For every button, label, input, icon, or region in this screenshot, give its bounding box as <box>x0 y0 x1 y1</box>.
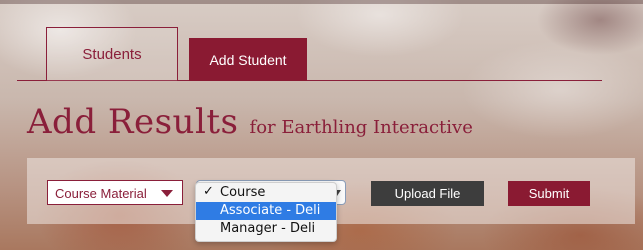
submit-button[interactable]: Submit <box>508 181 590 206</box>
option-label: Manager - Deli <box>220 221 316 236</box>
tab-add-student-label: Add Student <box>209 52 287 68</box>
chevron-down-icon <box>161 190 173 197</box>
dropdown-option-associate-deli[interactable]: Associate - Deli <box>196 202 336 220</box>
tab-students-label: Students <box>82 46 142 63</box>
check-icon: ✓ <box>203 184 214 199</box>
course-material-select[interactable]: Course Material <box>47 180 183 205</box>
course-material-value: Course Material <box>55 186 147 201</box>
course-select-dropdown: ✓ Course Associate - Deli Manager - Deli <box>195 182 337 242</box>
page-heading: Add Results for Earthling Interactive <box>27 102 473 142</box>
dropdown-option-course[interactable]: ✓ Course <box>196 184 336 202</box>
option-label: Associate - Deli <box>220 203 321 218</box>
option-label: Course <box>220 185 266 200</box>
top-shade <box>0 0 643 4</box>
dropdown-option-manager-deli[interactable]: Manager - Deli <box>196 220 336 238</box>
tab-students[interactable]: Students <box>46 27 178 81</box>
upload-file-button[interactable]: Upload File <box>371 181 484 206</box>
tab-add-student[interactable]: Add Student <box>189 38 307 81</box>
page-subtitle: for Earthling Interactive <box>249 117 473 138</box>
page-title: Add Results <box>27 102 239 142</box>
